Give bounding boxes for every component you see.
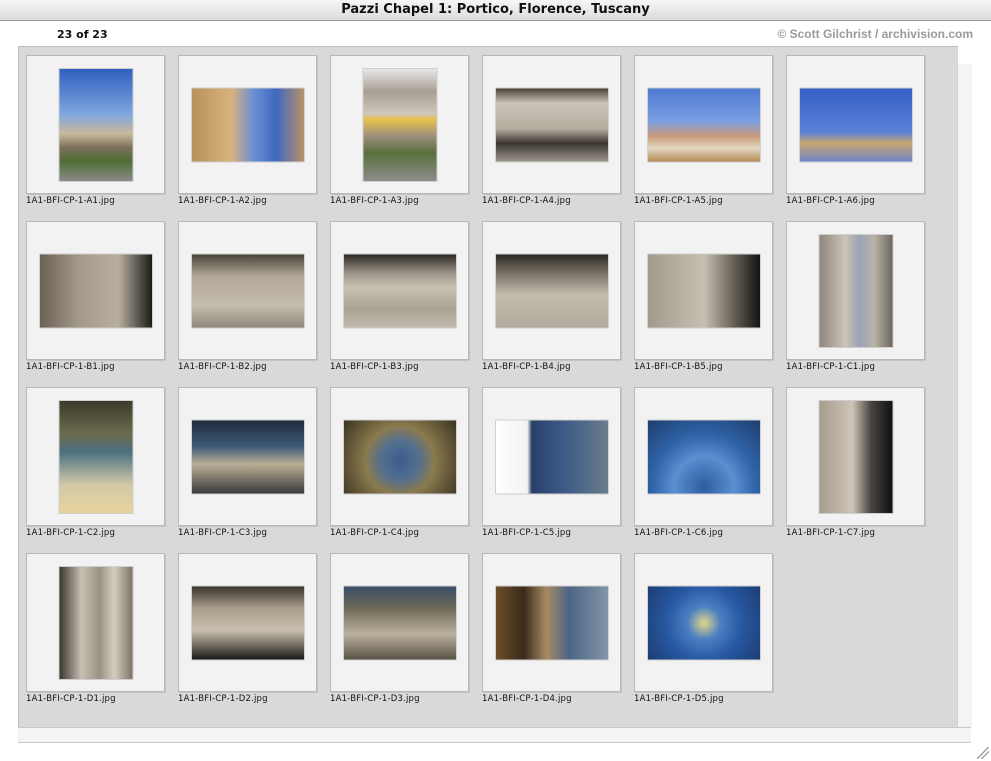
thumbnail-image[interactable] bbox=[59, 566, 132, 679]
resize-grip-icon[interactable] bbox=[977, 747, 989, 759]
thumbnail-item[interactable]: 1A1-BFI-CP-1-A2.jpg bbox=[171, 47, 317, 207]
thumbnail-item[interactable]: 1A1-BFI-CP-1-C5.jpg bbox=[475, 379, 621, 539]
thumbnail-item[interactable]: 1A1-BFI-CP-1-B5.jpg bbox=[627, 213, 773, 373]
thumbnail-item[interactable]: 1A1-BFI-CP-1-C2.jpg bbox=[19, 379, 165, 539]
window-title: Pazzi Chapel 1: Portico, Florence, Tusca… bbox=[0, 0, 991, 21]
vertical-scrollbar[interactable] bbox=[957, 64, 972, 727]
thumbnail-image[interactable] bbox=[59, 68, 132, 181]
thumbnail-image[interactable] bbox=[343, 586, 456, 659]
thumbnail-image[interactable] bbox=[495, 88, 608, 161]
thumbnail-item[interactable]: 1A1-BFI-CP-1-B2.jpg bbox=[171, 213, 317, 373]
thumbnail-frame[interactable] bbox=[786, 387, 925, 526]
thumbnail-filename: 1A1-BFI-CP-1-B5.jpg bbox=[634, 362, 723, 372]
thumbnail-item[interactable]: 1A1-BFI-CP-1-D4.jpg bbox=[475, 545, 621, 705]
thumbnail-frame[interactable] bbox=[26, 55, 165, 194]
thumbnail-image[interactable] bbox=[59, 400, 132, 513]
copyright-credit: © Scott Gilchrist / archivision.com bbox=[777, 27, 973, 41]
thumbnail-image[interactable] bbox=[191, 586, 304, 659]
thumbnail-image[interactable] bbox=[819, 400, 892, 513]
thumbnail-filename: 1A1-BFI-CP-1-D4.jpg bbox=[482, 694, 572, 704]
thumbnail-frame[interactable] bbox=[786, 55, 925, 194]
thumbnail-filename: 1A1-BFI-CP-1-D2.jpg bbox=[178, 694, 268, 704]
thumbnail-frame[interactable] bbox=[634, 553, 773, 692]
thumbnail-filename: 1A1-BFI-CP-1-C1.jpg bbox=[786, 362, 876, 372]
thumbnail-filename: 1A1-BFI-CP-1-D1.jpg bbox=[26, 694, 116, 704]
thumbnail-image[interactable] bbox=[647, 420, 760, 493]
thumbnail-filename: 1A1-BFI-CP-1-D5.jpg bbox=[634, 694, 724, 704]
thumbnail-filename: 1A1-BFI-CP-1-C5.jpg bbox=[482, 528, 572, 538]
thumbnail-item[interactable]: 1A1-BFI-CP-1-D3.jpg bbox=[323, 545, 469, 705]
thumbnail-item[interactable]: 1A1-BFI-CP-1-B1.jpg bbox=[19, 213, 165, 373]
thumbnail-image[interactable] bbox=[363, 68, 436, 181]
thumbnail-frame[interactable] bbox=[634, 387, 773, 526]
thumbnail-filename: 1A1-BFI-CP-1-A3.jpg bbox=[330, 196, 419, 206]
thumbnail-item[interactable]: 1A1-BFI-CP-1-B3.jpg bbox=[323, 213, 469, 373]
thumbnail-frame[interactable] bbox=[178, 221, 317, 360]
thumbnail-frame[interactable] bbox=[634, 55, 773, 194]
thumbnail-frame[interactable] bbox=[482, 55, 621, 194]
thumbnail-image[interactable] bbox=[799, 88, 912, 161]
thumbnail-frame[interactable] bbox=[330, 221, 469, 360]
thumbnail-frame[interactable] bbox=[178, 553, 317, 692]
thumbnail-filename: 1A1-BFI-CP-1-A2.jpg bbox=[178, 196, 267, 206]
thumbnail-image[interactable] bbox=[647, 88, 760, 161]
thumbnail-frame[interactable] bbox=[786, 221, 925, 360]
thumbnail-filename: 1A1-BFI-CP-1-B3.jpg bbox=[330, 362, 419, 372]
thumbnail-filename: 1A1-BFI-CP-1-A1.jpg bbox=[26, 196, 115, 206]
thumbnail-item[interactable]: 1A1-BFI-CP-1-C7.jpg bbox=[779, 379, 925, 539]
thumbnail-frame[interactable] bbox=[26, 387, 165, 526]
thumbnail-item[interactable]: 1A1-BFI-CP-1-B4.jpg bbox=[475, 213, 621, 373]
thumbnail-item[interactable]: 1A1-BFI-CP-1-A6.jpg bbox=[779, 47, 925, 207]
thumbnail-item[interactable]: 1A1-BFI-CP-1-D2.jpg bbox=[171, 545, 317, 705]
thumbnail-image[interactable] bbox=[495, 586, 608, 659]
thumbnail-image[interactable] bbox=[191, 254, 304, 327]
thumbnail-image[interactable] bbox=[39, 254, 152, 327]
thumbnail-item[interactable]: 1A1-BFI-CP-1-D5.jpg bbox=[627, 545, 773, 705]
thumbnail-image[interactable] bbox=[647, 586, 760, 659]
thumbnail-image[interactable] bbox=[343, 254, 456, 327]
thumbnail-item[interactable]: 1A1-BFI-CP-1-A5.jpg bbox=[627, 47, 773, 207]
thumbnail-item[interactable]: 1A1-BFI-CP-1-C6.jpg bbox=[627, 379, 773, 539]
thumbnail-item[interactable]: 1A1-BFI-CP-1-C1.jpg bbox=[779, 213, 925, 373]
thumbnail-frame[interactable] bbox=[482, 553, 621, 692]
thumbnail-frame[interactable] bbox=[26, 553, 165, 692]
thumbnail-frame[interactable] bbox=[482, 221, 621, 360]
thumbnail-frame[interactable] bbox=[330, 55, 469, 194]
thumbnail-frame[interactable] bbox=[330, 387, 469, 526]
thumbnail-item[interactable]: 1A1-BFI-CP-1-C3.jpg bbox=[171, 379, 317, 539]
image-counter: 23 of 23 bbox=[57, 28, 108, 41]
thumbnail-image[interactable] bbox=[647, 254, 760, 327]
thumbnail-filename: 1A1-BFI-CP-1-C7.jpg bbox=[786, 528, 876, 538]
thumbnail-item[interactable]: 1A1-BFI-CP-1-A1.jpg bbox=[19, 47, 165, 207]
thumbnail-image[interactable] bbox=[495, 254, 608, 327]
thumbnail-item[interactable]: 1A1-BFI-CP-1-C4.jpg bbox=[323, 379, 469, 539]
thumbnail-filename: 1A1-BFI-CP-1-D3.jpg bbox=[330, 694, 420, 704]
thumbnail-grid: 1A1-BFI-CP-1-A1.jpg 1A1-BFI-CP-1-A2.jpg 1A… bbox=[18, 46, 958, 728]
thumbnail-image[interactable] bbox=[191, 88, 304, 161]
thumbnail-filename: 1A1-BFI-CP-1-C6.jpg bbox=[634, 528, 724, 538]
thumbnail-filename: 1A1-BFI-CP-1-B1.jpg bbox=[26, 362, 115, 372]
thumbnail-frame[interactable] bbox=[178, 387, 317, 526]
horizontal-scrollbar[interactable] bbox=[18, 727, 971, 743]
thumbnail-item[interactable]: 1A1-BFI-CP-1-A4.jpg bbox=[475, 47, 621, 207]
thumbnail-frame[interactable] bbox=[178, 55, 317, 194]
thumbnail-frame[interactable] bbox=[26, 221, 165, 360]
thumbnail-filename: 1A1-BFI-CP-1-B4.jpg bbox=[482, 362, 571, 372]
thumbnail-image[interactable] bbox=[343, 420, 456, 493]
thumbnail-image[interactable] bbox=[191, 420, 304, 493]
thumbnail-image[interactable] bbox=[495, 420, 608, 493]
thumbnail-item[interactable]: 1A1-BFI-CP-1-A3.jpg bbox=[323, 47, 469, 207]
thumbnail-filename: 1A1-BFI-CP-1-C4.jpg bbox=[330, 528, 420, 538]
thumbnail-filename: 1A1-BFI-CP-1-B2.jpg bbox=[178, 362, 267, 372]
thumbnail-frame[interactable] bbox=[330, 553, 469, 692]
thumbnail-image[interactable] bbox=[819, 234, 892, 347]
thumbnail-filename: 1A1-BFI-CP-1-C2.jpg bbox=[26, 528, 116, 538]
thumbnail-filename: 1A1-BFI-CP-1-A5.jpg bbox=[634, 196, 723, 206]
thumbnail-frame[interactable] bbox=[482, 387, 621, 526]
thumbnail-frame[interactable] bbox=[634, 221, 773, 360]
thumbnail-filename: 1A1-BFI-CP-1-C3.jpg bbox=[178, 528, 268, 538]
thumbnail-item[interactable]: 1A1-BFI-CP-1-D1.jpg bbox=[19, 545, 165, 705]
thumbnail-filename: 1A1-BFI-CP-1-A4.jpg bbox=[482, 196, 571, 206]
thumbnail-filename: 1A1-BFI-CP-1-A6.jpg bbox=[786, 196, 875, 206]
